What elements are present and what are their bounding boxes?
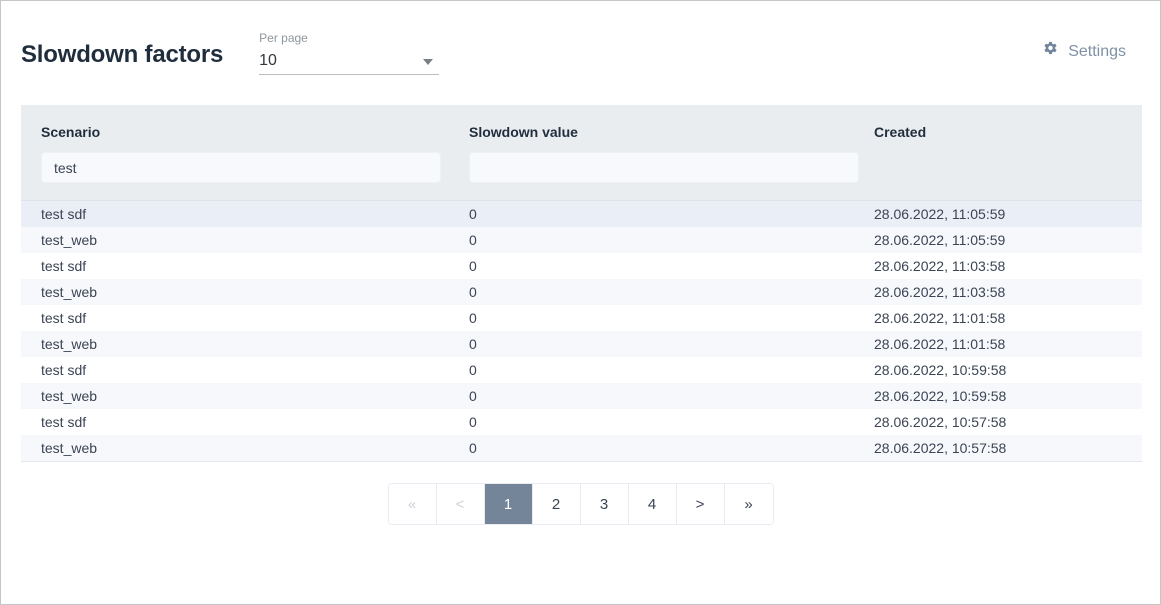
cell-created: 28.06.2022, 10:57:58 xyxy=(854,435,1142,462)
table-header-row: Scenario Slowdown value Created xyxy=(21,105,1142,140)
pagination-container: «<1 2 3 4 >» xyxy=(1,483,1160,525)
column-header-slowdown-value[interactable]: Slowdown value xyxy=(449,105,854,140)
cell-scenario: test_web xyxy=(21,279,449,305)
slowdown-factors-table: Scenario Slowdown value Created test sdf… xyxy=(21,105,1142,462)
table-row[interactable]: test_web 0 28.06.2022, 11:01:58 xyxy=(21,331,1142,357)
cell-scenario: test_web xyxy=(21,227,449,253)
cell-slowdown-value: 0 xyxy=(449,200,854,227)
table-row[interactable]: test_web 0 28.06.2022, 10:59:58 xyxy=(21,383,1142,409)
cell-scenario: test sdf xyxy=(21,305,449,331)
app-viewport: Slowdown factors Per page 10 Settings Sc… xyxy=(0,0,1161,605)
table-row[interactable]: test sdf 0 28.06.2022, 11:03:58 xyxy=(21,253,1142,279)
cell-scenario: test sdf xyxy=(21,357,449,383)
cell-scenario: test sdf xyxy=(21,409,449,435)
table-filter-row xyxy=(21,140,1142,201)
cell-created: 28.06.2022, 11:05:59 xyxy=(854,200,1142,227)
per-page-field: Per page 10 xyxy=(259,27,440,75)
per-page-label: Per page xyxy=(259,31,308,45)
table-row[interactable]: test sdf 0 28.06.2022, 10:59:58 xyxy=(21,357,1142,383)
cell-scenario: test_web xyxy=(21,435,449,462)
cell-scenario: test sdf xyxy=(21,253,449,279)
cell-slowdown-value: 0 xyxy=(449,383,854,409)
table-container: Scenario Slowdown value Created test sdf… xyxy=(21,105,1142,462)
cell-created: 28.06.2022, 10:59:58 xyxy=(854,357,1142,383)
cell-created: 28.06.2022, 11:05:59 xyxy=(854,227,1142,253)
table-row[interactable]: test_web 0 28.06.2022, 11:05:59 xyxy=(21,227,1142,253)
page-header: Slowdown factors Per page 10 Settings xyxy=(1,1,1160,85)
cell-created: 28.06.2022, 11:03:58 xyxy=(854,253,1142,279)
table-row[interactable]: test sdf 0 28.06.2022, 11:01:58 xyxy=(21,305,1142,331)
filter-cell-slowdown-value xyxy=(449,140,859,201)
cell-slowdown-value: 0 xyxy=(449,331,854,357)
page-button-4[interactable]: 4 xyxy=(628,484,677,524)
pagination: «<1 2 3 4 >» xyxy=(387,483,774,525)
table-body: test sdf 0 28.06.2022, 11:05:59 test_web 0 28… xyxy=(21,200,1142,462)
cell-slowdown-value: 0 xyxy=(449,409,854,435)
page-button-1[interactable]: 1 xyxy=(484,484,533,524)
first-page-button: « xyxy=(388,484,437,524)
cell-created: 28.06.2022, 11:01:58 xyxy=(854,305,1142,331)
column-header-created[interactable]: Created xyxy=(854,105,1142,140)
table-row[interactable]: test sdf 0 28.06.2022, 10:57:58 xyxy=(21,409,1142,435)
page-title: Slowdown factors xyxy=(21,41,224,68)
cell-slowdown-value: 0 xyxy=(449,279,854,305)
page-button-3[interactable]: 3 xyxy=(580,484,629,524)
cell-created: 28.06.2022, 11:01:58 xyxy=(854,331,1142,357)
next-page-button[interactable]: > xyxy=(676,484,725,524)
cell-created: 28.06.2022, 10:57:58 xyxy=(854,409,1142,435)
previous-page-button: < xyxy=(436,484,485,524)
cell-created: 28.06.2022, 11:03:58 xyxy=(854,279,1142,305)
cell-slowdown-value: 0 xyxy=(449,357,854,383)
chevron-down-icon xyxy=(423,59,434,65)
cell-scenario: test_web xyxy=(21,383,449,409)
table-row[interactable]: test sdf 0 28.06.2022, 11:05:59 xyxy=(21,200,1142,227)
table-row[interactable]: test_web 0 28.06.2022, 10:57:58 xyxy=(21,435,1142,462)
filter-cell-scenario xyxy=(21,140,449,201)
scenario-filter-input[interactable] xyxy=(41,152,441,183)
gear-icon xyxy=(1042,41,1059,63)
per-page-select[interactable]: 10 xyxy=(259,49,440,75)
settings-button[interactable]: Settings xyxy=(1042,27,1140,63)
cell-slowdown-value: 0 xyxy=(449,435,854,462)
table-row[interactable]: test_web 0 28.06.2022, 11:03:58 xyxy=(21,279,1142,305)
per-page-value: 10 xyxy=(259,52,277,69)
cell-slowdown-value: 0 xyxy=(449,227,854,253)
column-header-scenario[interactable]: Scenario xyxy=(21,105,449,140)
cell-slowdown-value: 0 xyxy=(449,305,854,331)
cell-scenario: test sdf xyxy=(21,200,449,227)
slowdown-value-filter-input[interactable] xyxy=(469,152,859,183)
page-button-2[interactable]: 2 xyxy=(532,484,581,524)
cell-scenario: test_web xyxy=(21,331,449,357)
filter-cell-created xyxy=(854,140,1142,201)
last-page-button[interactable]: » xyxy=(724,484,773,524)
table-head: Scenario Slowdown value Created xyxy=(21,105,1142,201)
settings-label: Settings xyxy=(1068,43,1126,60)
cell-created: 28.06.2022, 10:59:58 xyxy=(854,383,1142,409)
cell-slowdown-value: 0 xyxy=(449,253,854,279)
